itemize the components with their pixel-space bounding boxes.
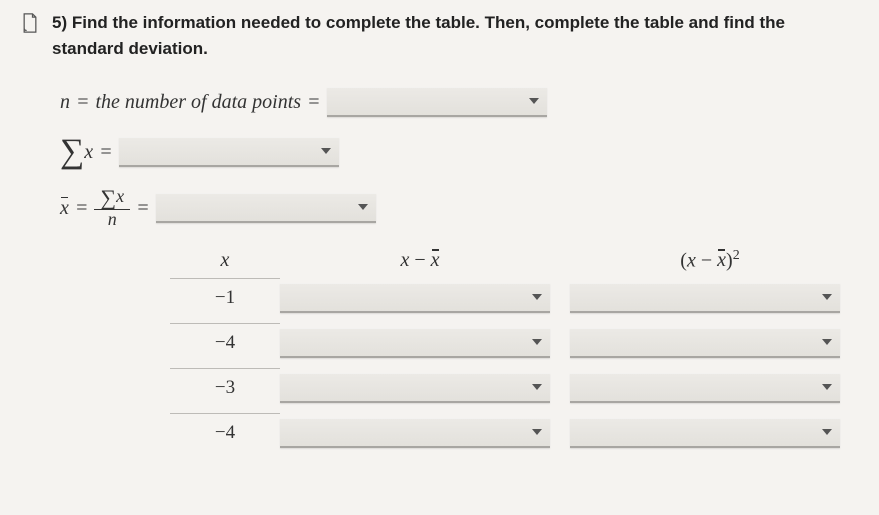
diff-dropdown[interactable] bbox=[280, 283, 550, 313]
table-row: −3 bbox=[170, 368, 859, 407]
equals-4: = bbox=[75, 197, 89, 220]
chevron-down-icon bbox=[321, 148, 331, 154]
col-header-x: x bbox=[170, 249, 280, 272]
n-symbol: n bbox=[60, 91, 70, 114]
line-n: n = the number of data points = bbox=[60, 87, 859, 117]
cell-sq bbox=[570, 283, 850, 313]
equals-3: = bbox=[99, 141, 113, 164]
chevron-down-icon bbox=[822, 384, 832, 390]
deviation-table: x x − x (x − x)2 −1 −4 −3 bbox=[170, 248, 859, 453]
diff-r: x bbox=[431, 249, 440, 272]
diff-dropdown[interactable] bbox=[280, 328, 550, 358]
table-row: −1 bbox=[170, 278, 859, 317]
sq-dropdown[interactable] bbox=[570, 328, 840, 358]
sumx-x: x bbox=[84, 141, 93, 164]
sq-dropdown[interactable] bbox=[570, 283, 840, 313]
equals-2: = bbox=[307, 91, 321, 114]
chevron-down-icon bbox=[532, 294, 542, 300]
cell-x: −4 bbox=[170, 323, 280, 362]
mean-dropdown[interactable] bbox=[156, 193, 376, 223]
cell-diff bbox=[280, 373, 560, 403]
fraction-denominator: n bbox=[102, 210, 123, 230]
col-header-sq: (x − x)2 bbox=[570, 248, 850, 273]
sq-dropdown[interactable] bbox=[570, 373, 840, 403]
cell-diff bbox=[280, 328, 560, 358]
diff-dropdown[interactable] bbox=[280, 418, 550, 448]
line-mean: x = ∑x n = bbox=[60, 187, 859, 230]
diff-dropdown[interactable] bbox=[280, 373, 550, 403]
fraction-sumx-n: ∑x n bbox=[94, 187, 130, 230]
diff-l: x bbox=[400, 249, 409, 271]
question-number: 5) bbox=[52, 13, 67, 32]
chevron-down-icon bbox=[532, 429, 542, 435]
n-dropdown[interactable] bbox=[327, 87, 547, 117]
cell-sq bbox=[570, 328, 850, 358]
chevron-down-icon bbox=[822, 294, 832, 300]
sq-l: x bbox=[687, 249, 696, 271]
cell-diff bbox=[280, 283, 560, 313]
page-icon bbox=[20, 12, 40, 39]
sumx-dropdown[interactable] bbox=[119, 137, 339, 167]
chevron-down-icon bbox=[358, 204, 368, 210]
cell-sq bbox=[570, 418, 850, 448]
sigma-icon: ∑ bbox=[60, 135, 84, 169]
table-row: −4 bbox=[170, 323, 859, 362]
question-text: 5) Find the information needed to comple… bbox=[52, 10, 859, 61]
cell-x: −3 bbox=[170, 368, 280, 407]
table-row: −4 bbox=[170, 413, 859, 452]
xbar-symbol: x bbox=[60, 197, 69, 220]
sq-dropdown[interactable] bbox=[570, 418, 840, 448]
fraction-numerator: ∑x bbox=[94, 187, 130, 210]
cell-sq bbox=[570, 373, 850, 403]
cell-x: −4 bbox=[170, 413, 280, 452]
cell-x: −1 bbox=[170, 278, 280, 317]
chevron-down-icon bbox=[529, 98, 539, 104]
cell-diff bbox=[280, 418, 560, 448]
equals-5: = bbox=[136, 197, 150, 220]
n-desc: the number of data points bbox=[96, 91, 302, 114]
line-sumx: ∑ x = bbox=[60, 135, 859, 169]
question-body: Find the information needed to complete … bbox=[52, 13, 785, 58]
chevron-down-icon bbox=[532, 384, 542, 390]
equals-1: = bbox=[76, 91, 90, 114]
question-header: 5) Find the information needed to comple… bbox=[20, 10, 859, 61]
chevron-down-icon bbox=[822, 339, 832, 345]
sq-r: x bbox=[717, 249, 726, 272]
chevron-down-icon bbox=[822, 429, 832, 435]
col-header-diff: x − x bbox=[280, 249, 560, 272]
table-header-row: x x − x (x − x)2 bbox=[170, 248, 859, 273]
chevron-down-icon bbox=[532, 339, 542, 345]
